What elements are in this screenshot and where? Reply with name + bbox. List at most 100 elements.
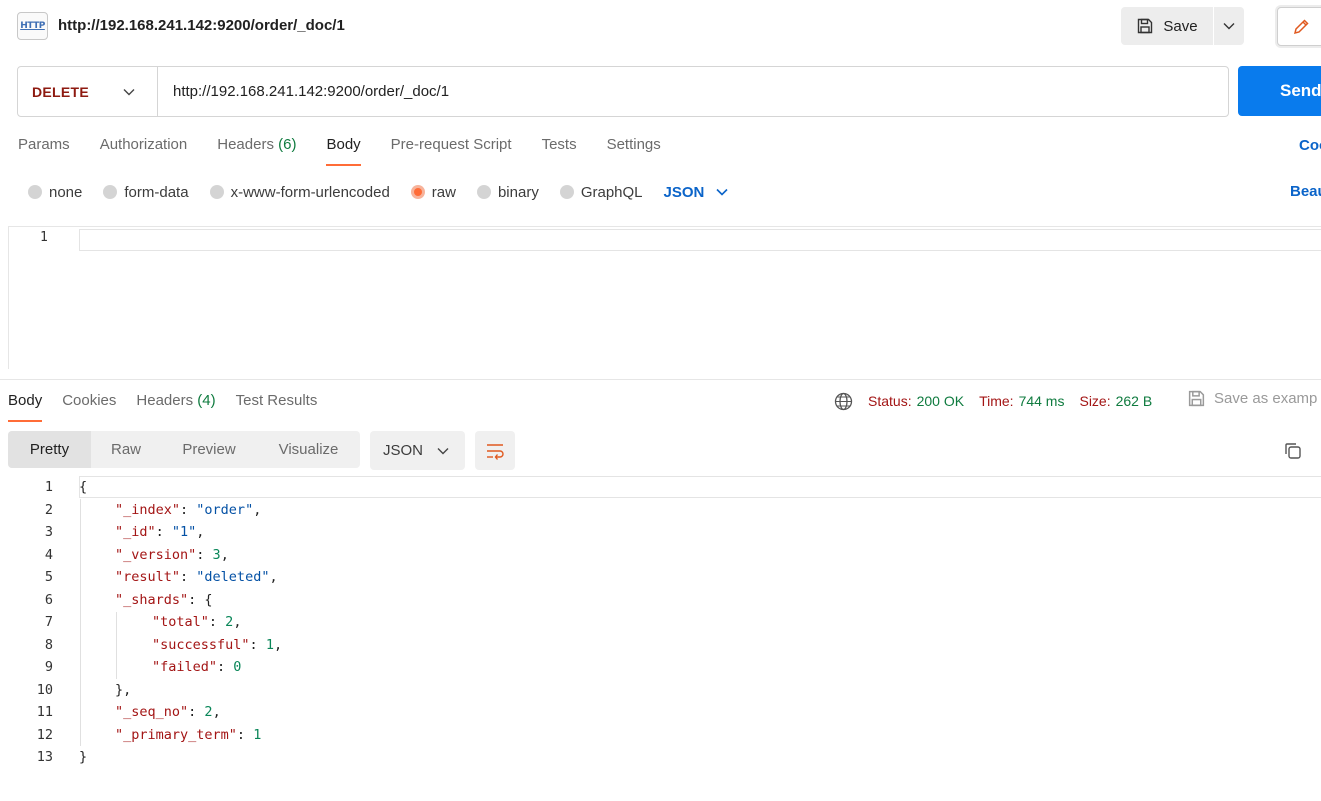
tab-authorization[interactable]: Authorization [100, 136, 188, 166]
tab-label: Test Results [235, 392, 318, 409]
body-type-raw[interactable]: raw [410, 184, 456, 201]
line-number: 4 [44, 546, 53, 563]
wrap-lines-icon [487, 443, 504, 460]
body-type-urlencoded[interactable]: x-www-form-urlencoded [209, 183, 390, 201]
tab-label: Headers [136, 392, 194, 409]
floppy-disk-icon [1188, 390, 1205, 407]
tab-response-headers[interactable]: Headers (4) [136, 392, 215, 422]
save-button-group: Save [1121, 7, 1244, 45]
view-preview[interactable]: Preview [161, 431, 257, 468]
tab-params[interactable]: Params [18, 136, 70, 166]
size-label: Size: [1079, 393, 1111, 409]
code-line: 7 "total": 2, [0, 611, 1321, 634]
response-tabs: Body Cookies Headers (4) Test Results [8, 392, 337, 422]
line-number: 3 [44, 524, 53, 541]
line-number: 10 [36, 681, 53, 698]
radio-selected-icon [410, 185, 425, 199]
save-as-example-label: Save as examp [1214, 390, 1318, 407]
view-pretty[interactable]: Pretty [8, 431, 91, 468]
code-text: "_primary_term": 1 [115, 726, 262, 743]
tab-settings[interactable]: Settings [607, 136, 661, 166]
body-type-none[interactable]: none [28, 184, 82, 201]
method-select[interactable]: DELETE [18, 67, 158, 116]
code-line: 6 "_shards": { [0, 589, 1321, 612]
code-text: "_shards": { [115, 591, 213, 608]
code-line: 9 "failed": 0 [0, 656, 1321, 679]
edit-button[interactable] [1277, 7, 1321, 46]
code-line: 2 "_index": "order", [0, 499, 1321, 522]
save-button[interactable]: Save [1121, 7, 1213, 45]
tab-label: Body [326, 136, 361, 153]
time-value[interactable]: 744 ms [1019, 393, 1065, 409]
tab-label: Settings [606, 136, 661, 153]
line-number: 7 [44, 614, 53, 631]
request-body-editor[interactable] [79, 229, 1321, 251]
time-label: Time: [979, 393, 1014, 409]
code-text: "_index": "order", [115, 501, 262, 518]
save-as-example-button[interactable]: Save as examp [1187, 389, 1317, 408]
code-text: "failed": 0 [152, 659, 242, 676]
radio-icon [103, 185, 118, 199]
chevron-down-icon [437, 447, 449, 454]
line-number: 5 [44, 569, 53, 586]
save-options-button[interactable] [1214, 7, 1244, 45]
save-label: Save [1163, 17, 1198, 35]
tab-test-results[interactable]: Test Results [236, 392, 318, 422]
view-mode-switch: Pretty Raw Preview Visualize [8, 431, 360, 468]
code-line: 12 "_primary_term": 1 [0, 724, 1321, 747]
tab-body[interactable]: Body [326, 136, 361, 166]
floppy-disk-icon [1138, 18, 1153, 34]
method-label: DELETE [32, 83, 90, 100]
line-number: 8 [44, 636, 53, 653]
tab-count: (6) [278, 136, 297, 153]
globe-icon[interactable] [834, 392, 853, 411]
view-raw[interactable]: Raw [91, 431, 161, 468]
radio-label: x-www-form-urlencoded [230, 183, 390, 201]
body-type-form-data[interactable]: form-data [103, 184, 189, 201]
code-snippet-link[interactable]: Coo [1299, 137, 1321, 154]
send-button[interactable]: Send [1238, 66, 1321, 116]
tab-headers[interactable]: Headers (6) [217, 136, 296, 166]
copy-icon [1285, 443, 1301, 459]
copy-response-button[interactable] [1282, 440, 1304, 462]
radio-label: none [49, 183, 83, 201]
tab-pre-request-script[interactable]: Pre-request Script [391, 136, 512, 166]
radio-icon [559, 185, 574, 199]
code-text: "successful": 1, [152, 636, 283, 653]
request-title[interactable]: http://192.168.241.142:9200/order/_doc/1 [58, 17, 345, 34]
tab-tests[interactable]: Tests [542, 136, 577, 166]
response-meta: Status: 200 OK Time: 744 ms Size: 262 B [834, 391, 1167, 411]
url-input[interactable] [158, 67, 1228, 116]
request-tabs: Params Authorization Headers (6) Body Pr… [18, 136, 691, 166]
raw-format-select[interactable]: JSON [664, 184, 729, 201]
code-line: 3 "_id": "1", [0, 521, 1321, 544]
response-body-viewer[interactable]: 1{ 2 "_index": "order", 3 "_id": "1", 4 "_v… [0, 476, 1321, 769]
view-visualize[interactable]: Visualize [257, 431, 360, 468]
tab-response-body[interactable]: Body [8, 392, 43, 422]
tab-label: Pre-request Script [390, 136, 512, 153]
chevron-down-icon [716, 188, 728, 196]
tab-label: Headers [217, 136, 274, 153]
line-number: 6 [44, 591, 53, 608]
pane-divider[interactable] [0, 379, 1321, 380]
size-value[interactable]: 262 B [1116, 393, 1153, 409]
tab-label: Cookies [62, 392, 117, 409]
body-type-binary[interactable]: binary [476, 184, 539, 201]
wrap-lines-button[interactable] [475, 431, 515, 470]
line-number: 13 [36, 749, 53, 766]
request-url-bar: DELETE [17, 66, 1229, 117]
beautify-link[interactable]: Beau [1290, 183, 1321, 200]
chevron-down-icon [1223, 23, 1235, 30]
status-value[interactable]: 200 OK [917, 393, 964, 409]
line-number: 9 [44, 659, 53, 676]
radio-icon [476, 185, 491, 199]
tab-count: (4) [197, 392, 216, 409]
response-language-select[interactable]: JSON [370, 431, 465, 470]
body-type-options: none form-data x-www-form-urlencoded raw… [28, 182, 728, 202]
code-text: } [79, 749, 88, 766]
code-line: 1{ [0, 476, 1321, 499]
tab-label: Params [18, 136, 70, 153]
tab-cookies[interactable]: Cookies [62, 392, 116, 422]
body-type-graphql[interactable]: GraphQL [559, 184, 643, 201]
tab-label: Tests [541, 136, 577, 153]
